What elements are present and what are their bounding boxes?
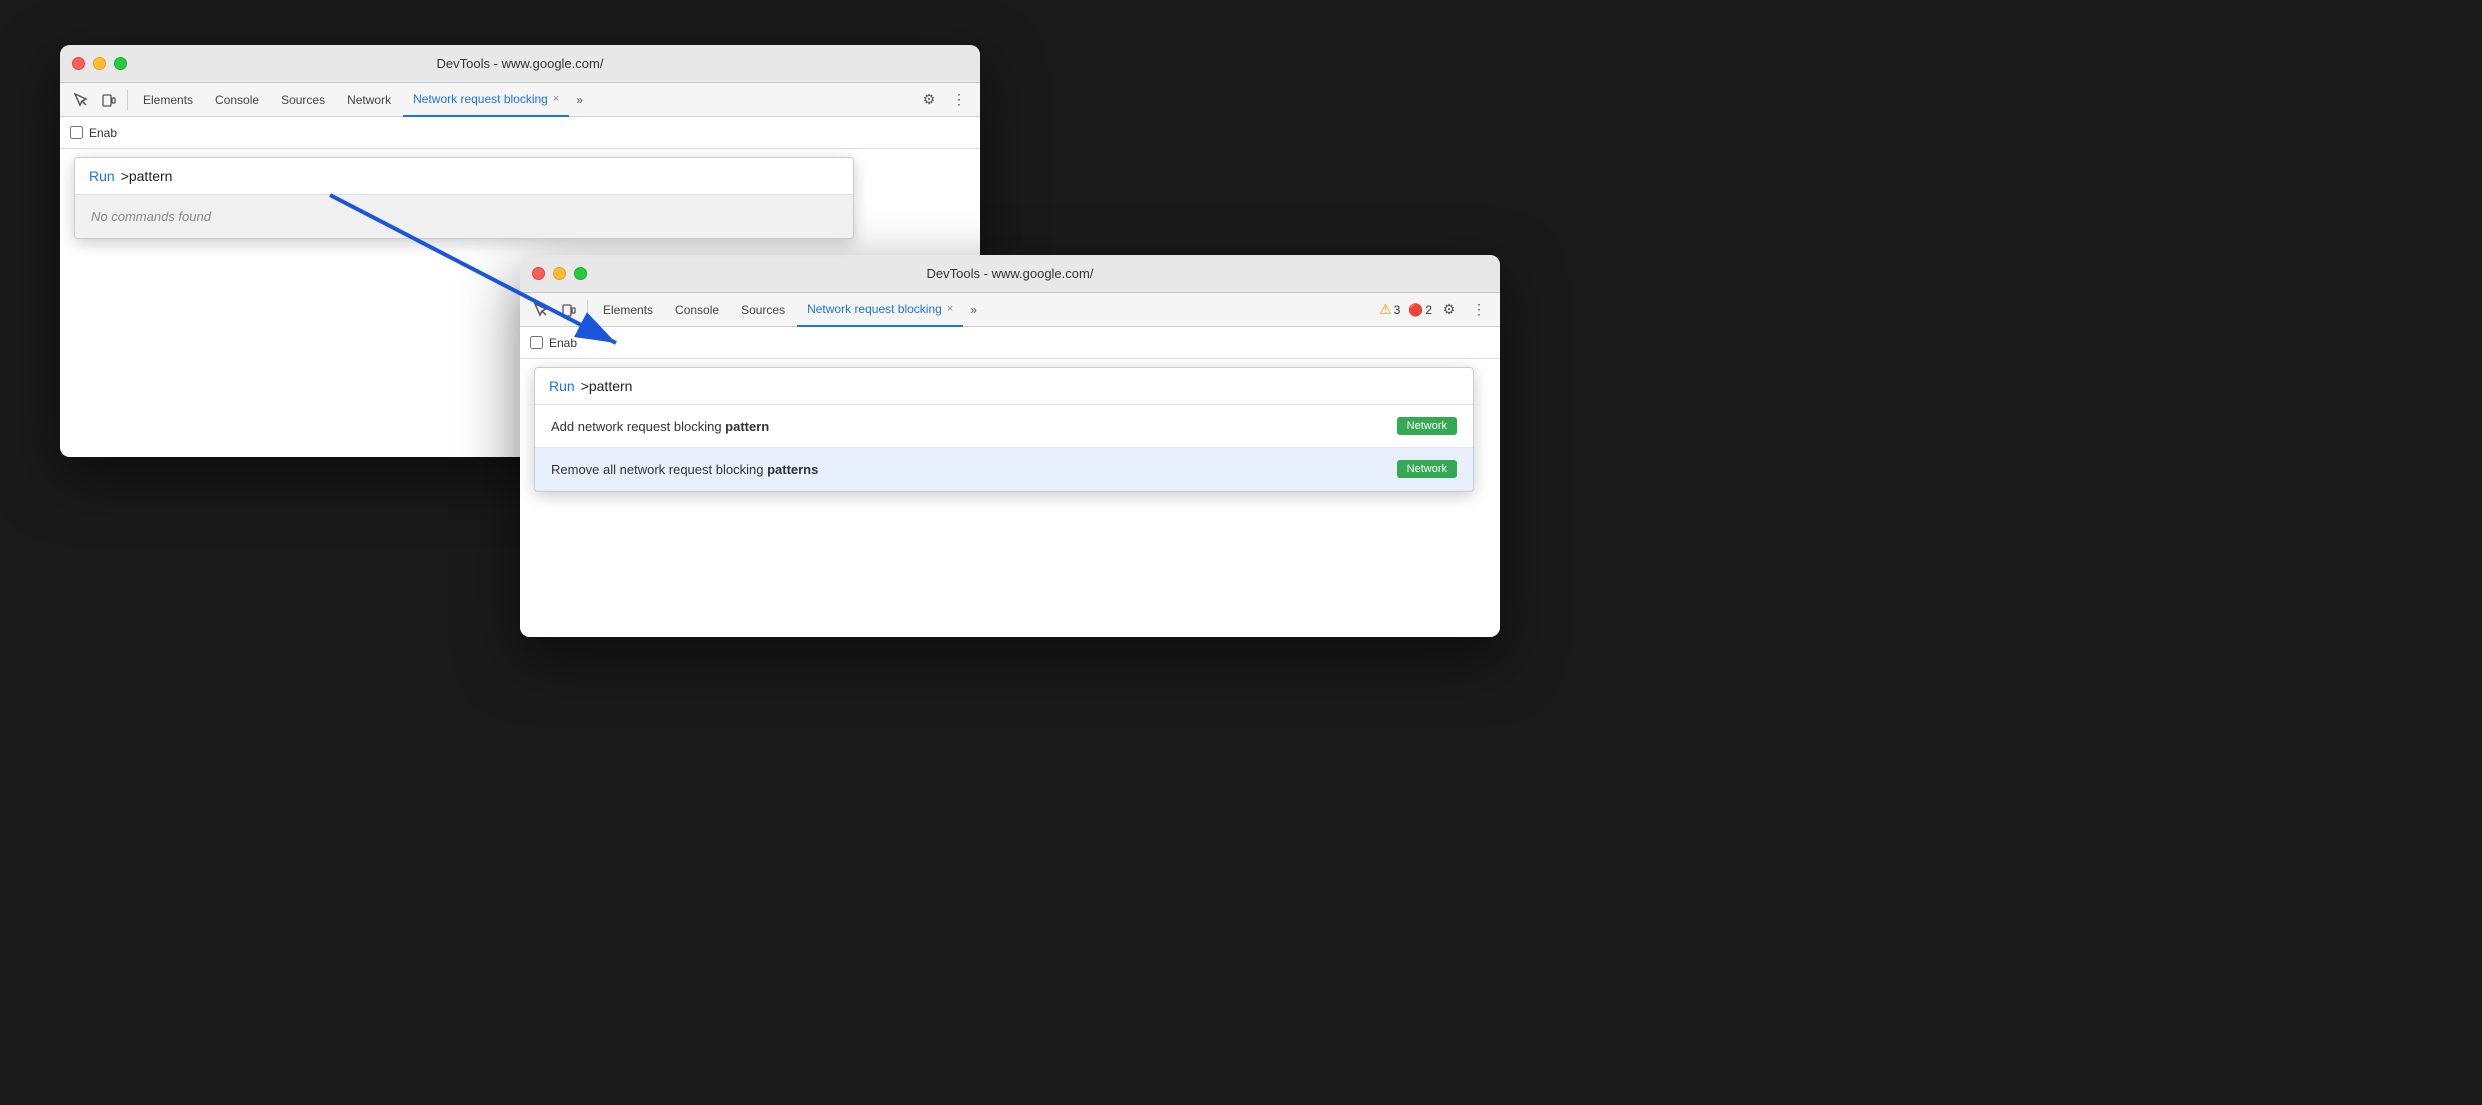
device-icon-2[interactable] (556, 297, 582, 323)
cmd-input-text-2[interactable]: >pattern (581, 378, 633, 394)
tab-close-icon-2[interactable]: × (947, 303, 953, 315)
toolbar-right-1: ⚙ ⋮ (916, 87, 972, 113)
cmd-input-row-2: Run >pattern (535, 368, 1473, 405)
enable-label-1: Enab (89, 126, 117, 140)
window-title-2: DevTools - www.google.com/ (927, 266, 1094, 281)
cmd-palette-1: Run >pattern No commands found (74, 157, 854, 239)
minimize-button-1[interactable] (93, 57, 106, 70)
settings-icon-1[interactable]: ⚙ (916, 87, 942, 113)
devtools-toolbar-1: Elements Console Sources Network Network… (60, 83, 980, 117)
devtools-content-2: Enab Run >pattern Add network request bl… (520, 327, 1500, 637)
cmd-input-text-1[interactable]: >pattern (121, 168, 173, 184)
cmd-result-badge-1: Network (1397, 417, 1457, 435)
tab-network-1[interactable]: Network (337, 83, 401, 117)
devtools-window-2: DevTools - www.google.com/ Elements Cons… (520, 255, 1500, 637)
warning-icon: ⚠ (1379, 301, 1392, 318)
cmd-result-label-2: Remove all network request blocking patt… (551, 462, 1397, 477)
cmd-input-row-1: Run >pattern (75, 158, 853, 195)
tab-elements-2[interactable]: Elements (593, 293, 663, 327)
tab-console-2[interactable]: Console (665, 293, 729, 327)
more-icon-1[interactable]: ⋮ (946, 87, 972, 113)
close-button-1[interactable] (72, 57, 85, 70)
cmd-result-badge-2: Network (1397, 460, 1457, 478)
tab-console-1[interactable]: Console (205, 83, 269, 117)
devtools-toolbar-2: Elements Console Sources Network request… (520, 293, 1500, 327)
enable-checkbox-1[interactable] (70, 126, 83, 139)
cmd-result-row-1[interactable]: Add network request blocking pattern Net… (535, 405, 1473, 448)
inspect-icon-2[interactable] (528, 297, 554, 323)
cmd-result-label-1: Add network request blocking pattern (551, 419, 1397, 434)
cmd-run-label-2: Run (549, 378, 575, 394)
device-icon[interactable] (96, 87, 122, 113)
minimize-button-2[interactable] (553, 267, 566, 280)
tab-more-1[interactable]: » (571, 93, 588, 107)
traffic-lights-1 (72, 57, 127, 70)
close-button-2[interactable] (532, 267, 545, 280)
maximize-button-2[interactable] (574, 267, 587, 280)
settings-icon-2[interactable]: ⚙ (1436, 297, 1462, 323)
tab-more-2[interactable]: » (965, 303, 982, 317)
tab-sources-1[interactable]: Sources (271, 83, 335, 117)
toolbar-separator-2 (587, 300, 588, 320)
maximize-button-1[interactable] (114, 57, 127, 70)
tab-sources-2[interactable]: Sources (731, 293, 795, 327)
enable-row-1: Enab (60, 117, 980, 149)
tab-elements-1[interactable]: Elements (133, 83, 203, 117)
error-badge: 🔴 2 (1408, 303, 1432, 317)
enable-checkbox-2[interactable] (530, 336, 543, 349)
tab-network-request-blocking-2[interactable]: Network request blocking × (797, 293, 963, 327)
title-bar-2: DevTools - www.google.com/ (520, 255, 1500, 293)
enable-label-2: Enab (549, 336, 577, 350)
tab-close-icon-1[interactable]: × (553, 93, 559, 105)
warning-badge: ⚠ 3 (1379, 301, 1400, 318)
window-title-1: DevTools - www.google.com/ (437, 56, 604, 71)
enable-row-2: Enab (520, 327, 1500, 359)
inspect-icon[interactable] (68, 87, 94, 113)
tab-network-request-blocking-1[interactable]: Network request blocking × (403, 83, 569, 117)
cmd-result-row-2[interactable]: Remove all network request blocking patt… (535, 448, 1473, 491)
toolbar-right-2: ⚠ 3 🔴 2 ⚙ ⋮ (1375, 297, 1492, 323)
warning-count: 3 (1394, 303, 1401, 317)
error-icon: 🔴 (1408, 303, 1423, 317)
cmd-no-results-1: No commands found (75, 195, 853, 238)
error-count: 2 (1425, 303, 1432, 317)
title-bar-1: DevTools - www.google.com/ (60, 45, 980, 83)
traffic-lights-2 (532, 267, 587, 280)
cmd-palette-2: Run >pattern Add network request blockin… (534, 367, 1474, 492)
cmd-run-label-1: Run (89, 168, 115, 184)
toolbar-separator-1 (127, 90, 128, 110)
more-icon-2[interactable]: ⋮ (1466, 297, 1492, 323)
